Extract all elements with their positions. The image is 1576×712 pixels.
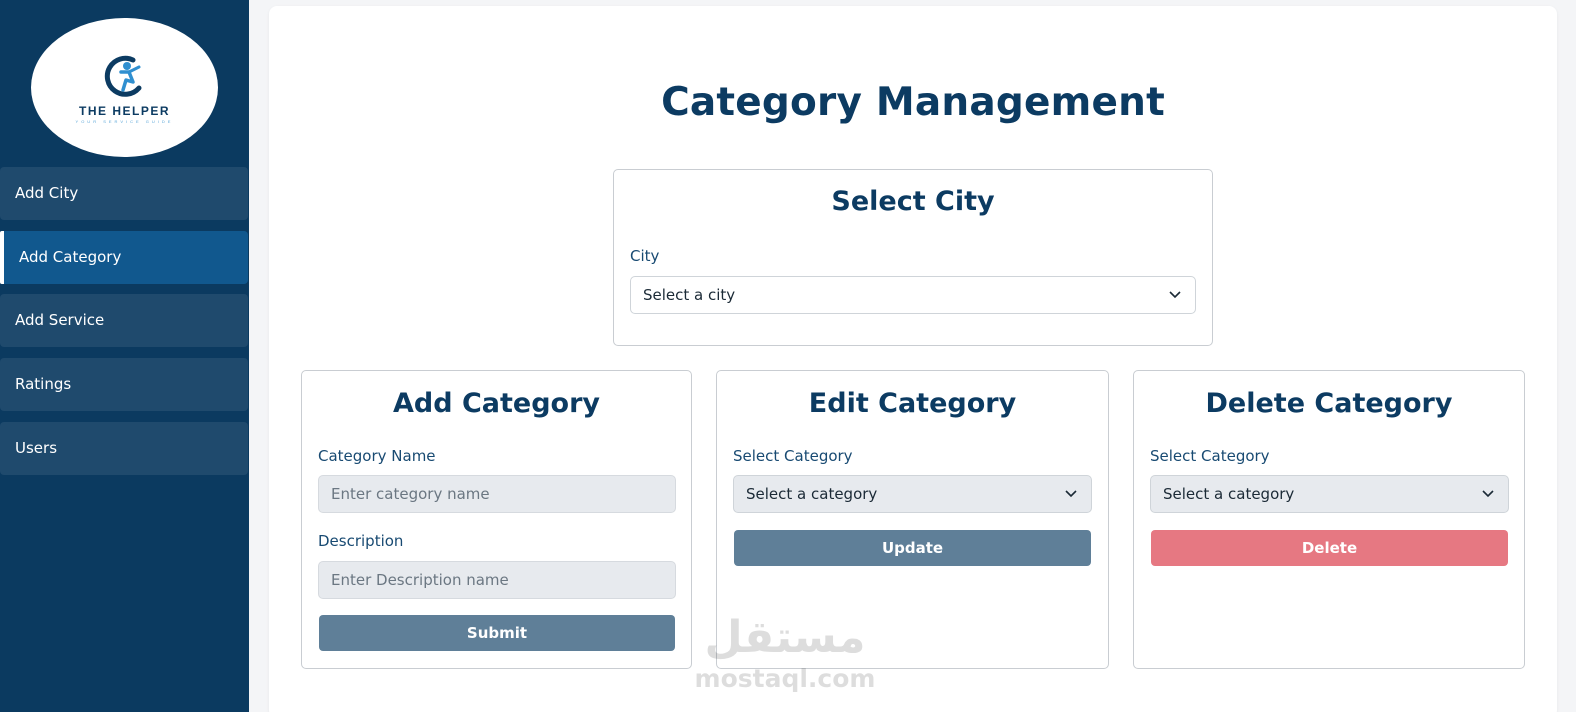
description-placeholder: Enter Description name [331, 571, 509, 589]
chevron-down-icon [1065, 490, 1077, 498]
helper-logo-icon [104, 55, 142, 97]
select-city-title: Select City [831, 186, 995, 217]
edit-category-card: Edit Category Select Category Select a c… [716, 370, 1109, 669]
delete-category-select-value: Select a category [1163, 485, 1295, 503]
sidebar-item-ratings[interactable]: Ratings [0, 358, 248, 411]
description-label: Description [318, 532, 404, 550]
logo-title: THE HELPER [78, 104, 170, 118]
edit-category-title: Edit Category [808, 388, 1017, 419]
description-input[interactable]: Enter Description name [318, 561, 676, 599]
sidebar-item-label: Add Service [15, 311, 105, 329]
category-name-input[interactable]: Enter category name [318, 475, 676, 513]
logo: THE HELPER YOUR SERVICE GUIDE [31, 18, 218, 157]
city-select[interactable]: Select a city [630, 276, 1196, 314]
delete-category-card: Delete Category Select Category Select a… [1133, 370, 1525, 669]
update-button[interactable]: Update [734, 530, 1091, 566]
sidebar-item-label: Ratings [15, 375, 72, 393]
edit-category-select[interactable]: Select a category [733, 475, 1092, 513]
sidebar-item-add-city[interactable]: Add City [0, 167, 248, 220]
select-city-card: Select City City Select a city [613, 169, 1213, 346]
category-name-label: Category Name [318, 447, 436, 465]
sidebar: THE HELPER YOUR SERVICE GUIDE Add City A… [0, 0, 249, 712]
main-panel: Category Management Select City City Sel… [269, 6, 1557, 712]
delete-category-title: Delete Category [1205, 388, 1453, 419]
sidebar-item-label: Users [15, 439, 58, 457]
category-name-placeholder: Enter category name [331, 485, 490, 503]
edit-select-category-label: Select Category [733, 447, 853, 465]
city-label: City [630, 247, 660, 265]
sidebar-item-add-service[interactable]: Add Service [0, 294, 248, 347]
add-category-card: Add Category Category Name Enter categor… [301, 370, 692, 669]
sidebar-item-add-category[interactable]: Add Category [0, 231, 248, 284]
submit-button[interactable]: Submit [319, 615, 675, 651]
chevron-down-icon [1169, 291, 1181, 299]
city-select-value: Select a city [643, 286, 736, 304]
sidebar-item-label: Add Category [19, 248, 122, 266]
sidebar-item-users[interactable]: Users [0, 422, 248, 475]
delete-select-category-label: Select Category [1150, 447, 1270, 465]
chevron-down-icon [1482, 490, 1494, 498]
delete-button[interactable]: Delete [1151, 530, 1508, 566]
delete-category-select[interactable]: Select a category [1150, 475, 1509, 513]
sidebar-item-label: Add City [15, 184, 79, 202]
logo-tagline: YOUR SERVICE GUIDE [75, 119, 174, 124]
add-category-title: Add Category [393, 388, 600, 419]
edit-category-select-value: Select a category [746, 485, 878, 503]
page-title: Category Management [661, 80, 1165, 125]
